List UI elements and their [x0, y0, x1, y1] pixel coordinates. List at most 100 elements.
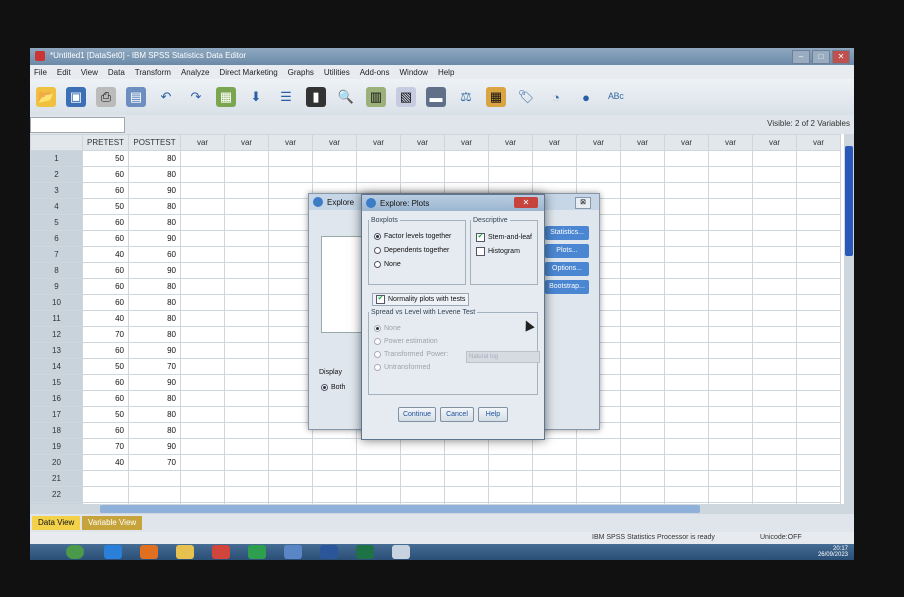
- grid-cell[interactable]: [752, 326, 797, 343]
- grid-cell[interactable]: [268, 374, 313, 391]
- column-header[interactable]: var: [400, 134, 445, 151]
- grid-cell[interactable]: [664, 326, 709, 343]
- grid-cell[interactable]: [128, 470, 181, 487]
- grid-cell[interactable]: [708, 262, 753, 279]
- row-number[interactable]: 19: [30, 438, 83, 455]
- word-icon[interactable]: [320, 545, 338, 559]
- row-number[interactable]: 6: [30, 230, 83, 247]
- grid-cell[interactable]: [796, 390, 841, 407]
- grid-cell[interactable]: [752, 342, 797, 359]
- column-header[interactable]: var: [664, 134, 709, 151]
- grid-cell[interactable]: [796, 454, 841, 471]
- grid-cell[interactable]: [664, 422, 709, 439]
- grid-cell[interactable]: [708, 390, 753, 407]
- grid-cell[interactable]: [708, 374, 753, 391]
- grid-cell[interactable]: [796, 294, 841, 311]
- grid-cell[interactable]: [180, 278, 225, 295]
- grid-cell[interactable]: [796, 310, 841, 327]
- grid-cell[interactable]: 70: [128, 454, 181, 471]
- grid-cell[interactable]: [664, 438, 709, 455]
- grid-cell[interactable]: [796, 198, 841, 215]
- dialog-recall-icon[interactable]: ▤: [126, 87, 146, 107]
- explore-close-button[interactable]: ⊠: [575, 197, 591, 209]
- column-header[interactable]: var: [180, 134, 225, 151]
- grid-cell[interactable]: 40: [82, 310, 129, 327]
- column-header[interactable]: var: [356, 134, 401, 151]
- run-descriptive-icon[interactable]: ▮: [306, 87, 326, 107]
- grid-cell[interactable]: 80: [128, 294, 181, 311]
- grid-cell[interactable]: [620, 198, 665, 215]
- grid-cell[interactable]: 60: [82, 214, 129, 231]
- grid-cell[interactable]: [268, 358, 313, 375]
- grid-cell[interactable]: 40: [82, 246, 129, 263]
- grid-cell[interactable]: [708, 182, 753, 199]
- grid-cell[interactable]: [268, 262, 313, 279]
- grid-cell[interactable]: [708, 198, 753, 215]
- grid-cell[interactable]: [180, 246, 225, 263]
- grid-cell[interactable]: [752, 358, 797, 375]
- grid-cell[interactable]: 60: [82, 278, 129, 295]
- goto-variable-icon[interactable]: ⬇: [246, 87, 266, 107]
- grid-cell[interactable]: [82, 470, 129, 487]
- grid-cell[interactable]: [796, 422, 841, 439]
- grid-cell[interactable]: [268, 470, 313, 487]
- row-number[interactable]: 9: [30, 278, 83, 295]
- grid-cell[interactable]: [224, 198, 269, 215]
- grid-cell[interactable]: [664, 454, 709, 471]
- grid-cell[interactable]: 80: [128, 166, 181, 183]
- grid-cell[interactable]: [180, 470, 225, 487]
- grid-cell[interactable]: [224, 342, 269, 359]
- grid-cell[interactable]: [620, 262, 665, 279]
- grid-cell[interactable]: [576, 438, 621, 455]
- grid-cell[interactable]: [444, 166, 489, 183]
- grid-cell[interactable]: 90: [128, 230, 181, 247]
- grid-cell[interactable]: [268, 438, 313, 455]
- grid-cell[interactable]: [268, 342, 313, 359]
- grid-cell[interactable]: [400, 438, 445, 455]
- grid-cell[interactable]: [82, 486, 129, 503]
- grid-cell[interactable]: [708, 470, 753, 487]
- grid-cell[interactable]: [444, 438, 489, 455]
- grid-cell[interactable]: [400, 150, 445, 167]
- show-all-icon[interactable]: ●: [576, 87, 596, 107]
- grid-cell[interactable]: [180, 454, 225, 471]
- grid-cell[interactable]: [444, 486, 489, 503]
- menu-utilities[interactable]: Utilities: [324, 68, 350, 77]
- row-number[interactable]: 4: [30, 198, 83, 215]
- column-header[interactable]: var: [268, 134, 313, 151]
- explorer-icon[interactable]: [176, 545, 194, 559]
- grid-cell[interactable]: [224, 470, 269, 487]
- menu-analyze[interactable]: Analyze: [181, 68, 209, 77]
- grid-cell[interactable]: 80: [128, 326, 181, 343]
- grid-cell[interactable]: [664, 294, 709, 311]
- grid-cell[interactable]: 80: [128, 198, 181, 215]
- grid-cell[interactable]: 60: [82, 374, 129, 391]
- column-header[interactable]: var: [620, 134, 665, 151]
- grid-cell[interactable]: 50: [82, 406, 129, 423]
- cell-reference-box[interactable]: [30, 117, 125, 133]
- grid-cell[interactable]: [576, 470, 621, 487]
- start-button-icon[interactable]: [66, 545, 84, 559]
- row-number[interactable]: 14: [30, 358, 83, 375]
- grid-cell[interactable]: [180, 182, 225, 199]
- grid-cell[interactable]: [532, 150, 577, 167]
- grid-cell[interactable]: [356, 486, 401, 503]
- grid-cell[interactable]: [708, 358, 753, 375]
- grid-cell[interactable]: [356, 150, 401, 167]
- column-header[interactable]: var: [532, 134, 577, 151]
- grid-cell[interactable]: [180, 342, 225, 359]
- undo-icon[interactable]: ↶: [156, 87, 176, 107]
- grid-cell[interactable]: [752, 454, 797, 471]
- grid-cell[interactable]: [796, 262, 841, 279]
- grid-cell[interactable]: [180, 150, 225, 167]
- grid-cell[interactable]: [444, 454, 489, 471]
- grid-cell[interactable]: [620, 182, 665, 199]
- help-button[interactable]: Help: [478, 407, 508, 422]
- grid-cell[interactable]: [620, 374, 665, 391]
- grid-cell[interactable]: [180, 358, 225, 375]
- grid-cell[interactable]: [180, 166, 225, 183]
- grid-cell[interactable]: [708, 230, 753, 247]
- grid-cell[interactable]: [708, 310, 753, 327]
- select-cases-icon[interactable]: ▦: [486, 87, 506, 107]
- menu-graphs[interactable]: Graphs: [288, 68, 314, 77]
